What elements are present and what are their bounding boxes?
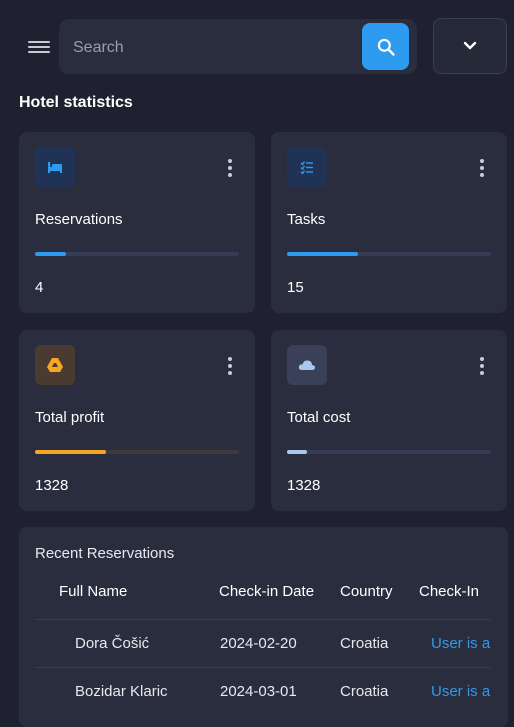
stat-card-total-cost: Total cost 1328	[271, 330, 507, 511]
cell-check-in-link[interactable]: User is a	[431, 635, 491, 652]
cell-country: Croatia	[340, 635, 389, 652]
panel-title: Recent Reservations	[35, 545, 175, 562]
stat-value: 15	[287, 279, 304, 296]
google-drive-icon	[47, 358, 63, 372]
icon-tile	[287, 147, 327, 187]
more-vertical-icon[interactable]	[227, 159, 233, 177]
stat-label: Tasks	[287, 211, 326, 228]
cloud-icon	[298, 360, 316, 370]
search-button[interactable]	[362, 23, 409, 70]
cell-full-name: Bozidar Klaric	[75, 683, 168, 700]
cell-check-in-link[interactable]: User is a	[431, 683, 491, 700]
progress-fill	[287, 252, 359, 256]
progress-bar	[35, 252, 239, 256]
hamburger-menu-icon[interactable]	[28, 38, 50, 56]
stat-card-tasks: Tasks 15	[271, 132, 507, 313]
stat-label: Total profit	[35, 409, 105, 426]
cell-check-in-date: 2024-03-01	[220, 683, 297, 700]
column-header-full-name: Full Name	[59, 583, 128, 600]
icon-tile	[35, 345, 75, 385]
search-box	[59, 19, 417, 76]
cell-full-name: Dora Čošić	[75, 635, 150, 652]
progress-fill	[287, 450, 308, 454]
progress-fill	[35, 450, 107, 454]
dropdown-button[interactable]	[433, 18, 507, 74]
stat-value: 4	[35, 279, 44, 296]
stat-label: Total cost	[287, 409, 351, 426]
search-icon	[377, 38, 395, 56]
recent-reservations-panel: Recent Reservations Full Name Check-in D…	[19, 527, 508, 727]
column-header-check-in: Check-In	[419, 583, 480, 600]
page-title: Hotel statistics	[19, 94, 133, 111]
column-header-check-in-date: Check-in Date	[219, 583, 315, 600]
icon-tile	[287, 345, 327, 385]
search-input[interactable]	[71, 19, 360, 76]
bed-icon	[48, 162, 62, 173]
icon-tile	[35, 147, 75, 187]
top-bar	[0, 0, 514, 92]
stat-value: 1328	[287, 477, 321, 494]
more-vertical-icon[interactable]	[479, 159, 485, 177]
stat-card-reservations: Reservations 4	[19, 132, 255, 313]
divider	[35, 667, 491, 668]
progress-bar	[287, 450, 491, 454]
progress-bar	[287, 252, 491, 256]
cell-check-in-date: 2024-02-20	[220, 635, 297, 652]
divider	[35, 619, 491, 620]
cell-country: Croatia	[340, 683, 389, 700]
stat-value: 1328	[35, 477, 69, 494]
progress-fill	[35, 252, 66, 256]
more-vertical-icon[interactable]	[227, 357, 233, 375]
checklist-icon	[300, 161, 313, 174]
more-vertical-icon[interactable]	[479, 357, 485, 375]
column-header-country: Country	[340, 583, 393, 600]
progress-bar	[35, 450, 239, 454]
stat-label: Reservations	[35, 211, 123, 228]
chevron-down-icon	[463, 41, 477, 50]
stat-card-total-profit: Total profit 1328	[19, 330, 255, 511]
